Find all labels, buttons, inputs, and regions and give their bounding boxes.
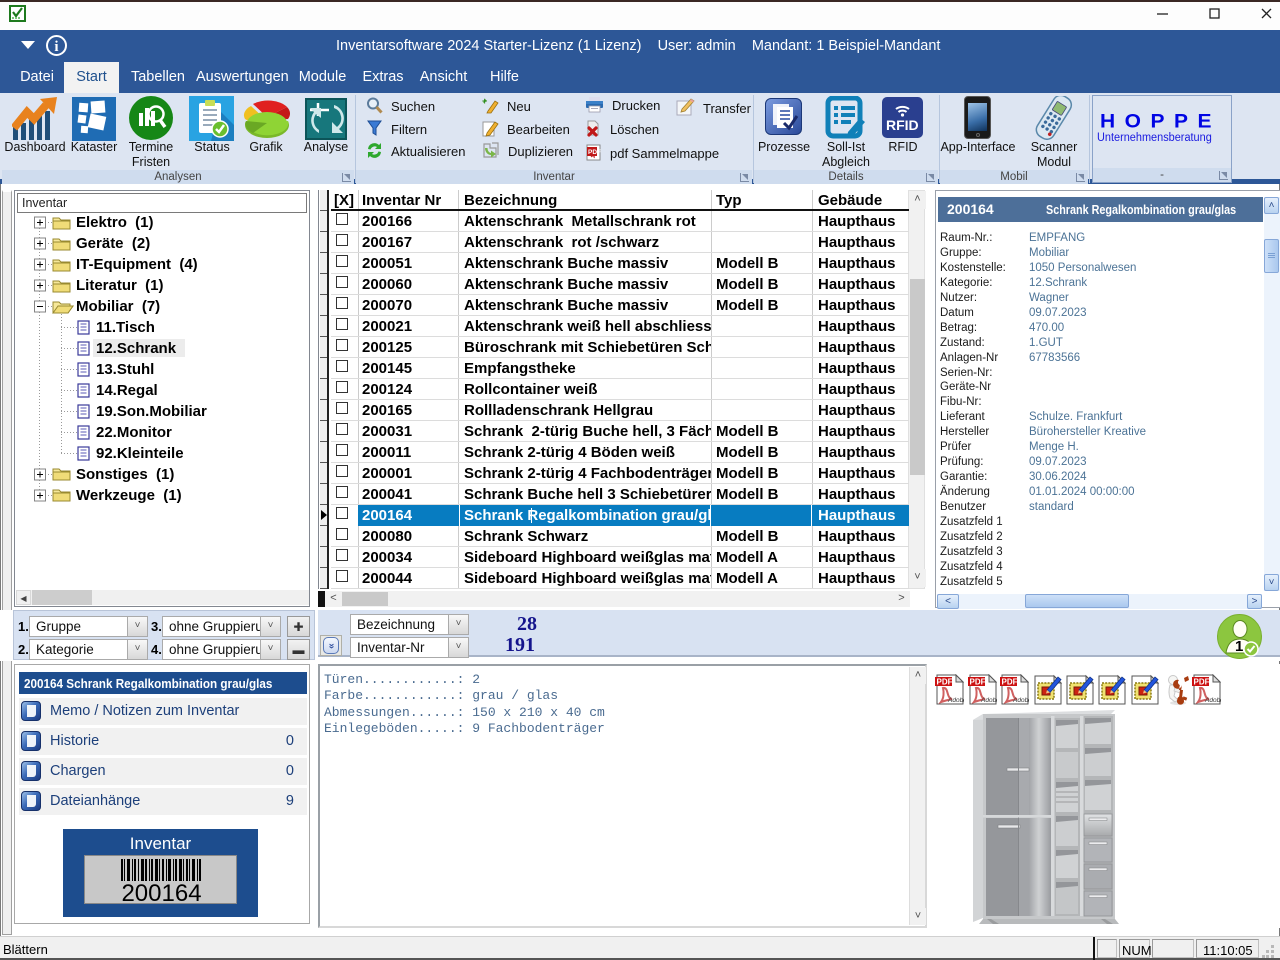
svg-text:1: 1 bbox=[1235, 638, 1243, 655]
svg-text:Adobe: Adobe bbox=[980, 697, 997, 704]
svg-text:Adobe: Adobe bbox=[947, 697, 964, 704]
svg-text:PDF: PDF bbox=[937, 678, 953, 687]
svg-text:PDF: PDF bbox=[1194, 678, 1210, 687]
svg-text:PDF: PDF bbox=[970, 678, 986, 687]
svg-text:Adobe: Adobe bbox=[1204, 697, 1221, 704]
svg-text:+: + bbox=[482, 97, 487, 106]
svg-text:PDF: PDF bbox=[1002, 678, 1018, 687]
svg-text:RFID: RFID bbox=[886, 117, 919, 133]
svg-text:PDF: PDF bbox=[588, 149, 601, 156]
svg-text:Adobe: Adobe bbox=[1012, 697, 1029, 704]
